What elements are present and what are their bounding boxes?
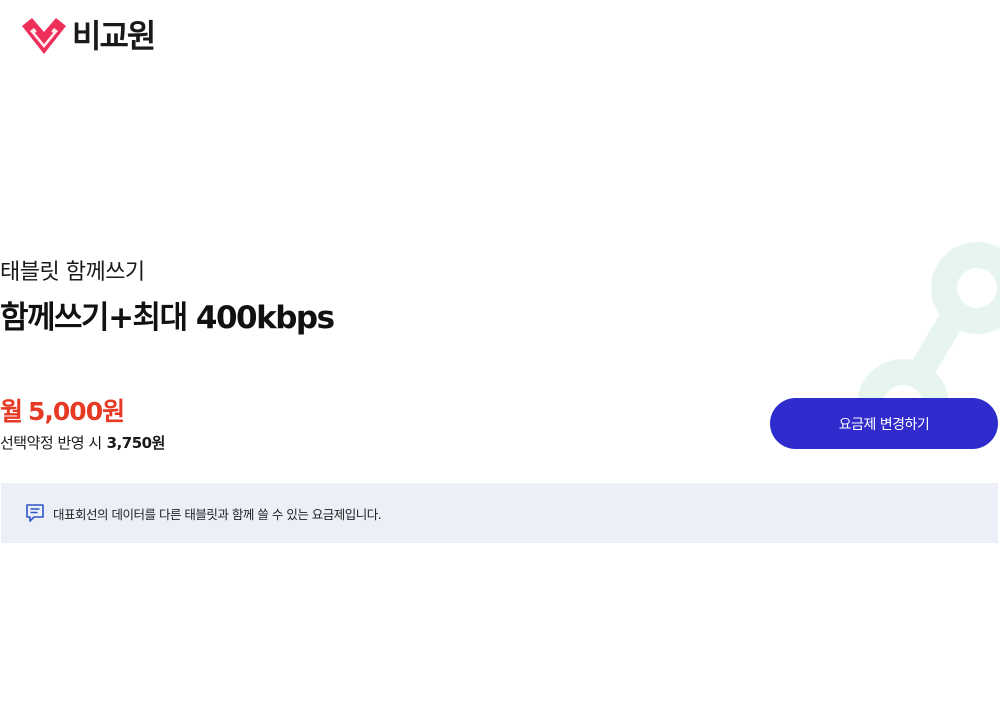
notice-text: 대표회선의 데이터를 다른 태블릿과 함께 쓸 수 있는 요금제입니다. [53, 506, 382, 522]
discount-price-row: 선택약정 반영 시 3,750원 [0, 432, 165, 453]
heart-v-logo-icon [22, 18, 66, 54]
brand-logo[interactable]: 비교원 [20, 16, 156, 56]
plan-category: 태블릿 함께쓰기 [0, 260, 145, 285]
monthly-price: 월 5,000원 [0, 392, 125, 428]
plan-name: 함께쓰기+최대 400kbps [0, 300, 335, 336]
price-prefix: 월 [0, 397, 23, 426]
plan-page: 비교원 태블릿 함께쓰기 함께쓰기+최대 400kbps 월 5,000원 선택… [0, 0, 1000, 720]
plan-notice: 대표회선의 데이터를 다른 태블릿과 함께 쓸 수 있는 요금제입니다. [1, 483, 998, 543]
price-value: 5,000원 [28, 397, 125, 426]
discount-price: 3,750원 [106, 434, 166, 452]
message-icon [26, 504, 44, 522]
discount-label: 선택약정 반영 시 [0, 434, 102, 452]
share-network-icon [857, 242, 1000, 400]
change-plan-button[interactable]: 요금제 변경하기 [770, 398, 998, 449]
logo-wordmark: 비교원 [72, 17, 156, 55]
